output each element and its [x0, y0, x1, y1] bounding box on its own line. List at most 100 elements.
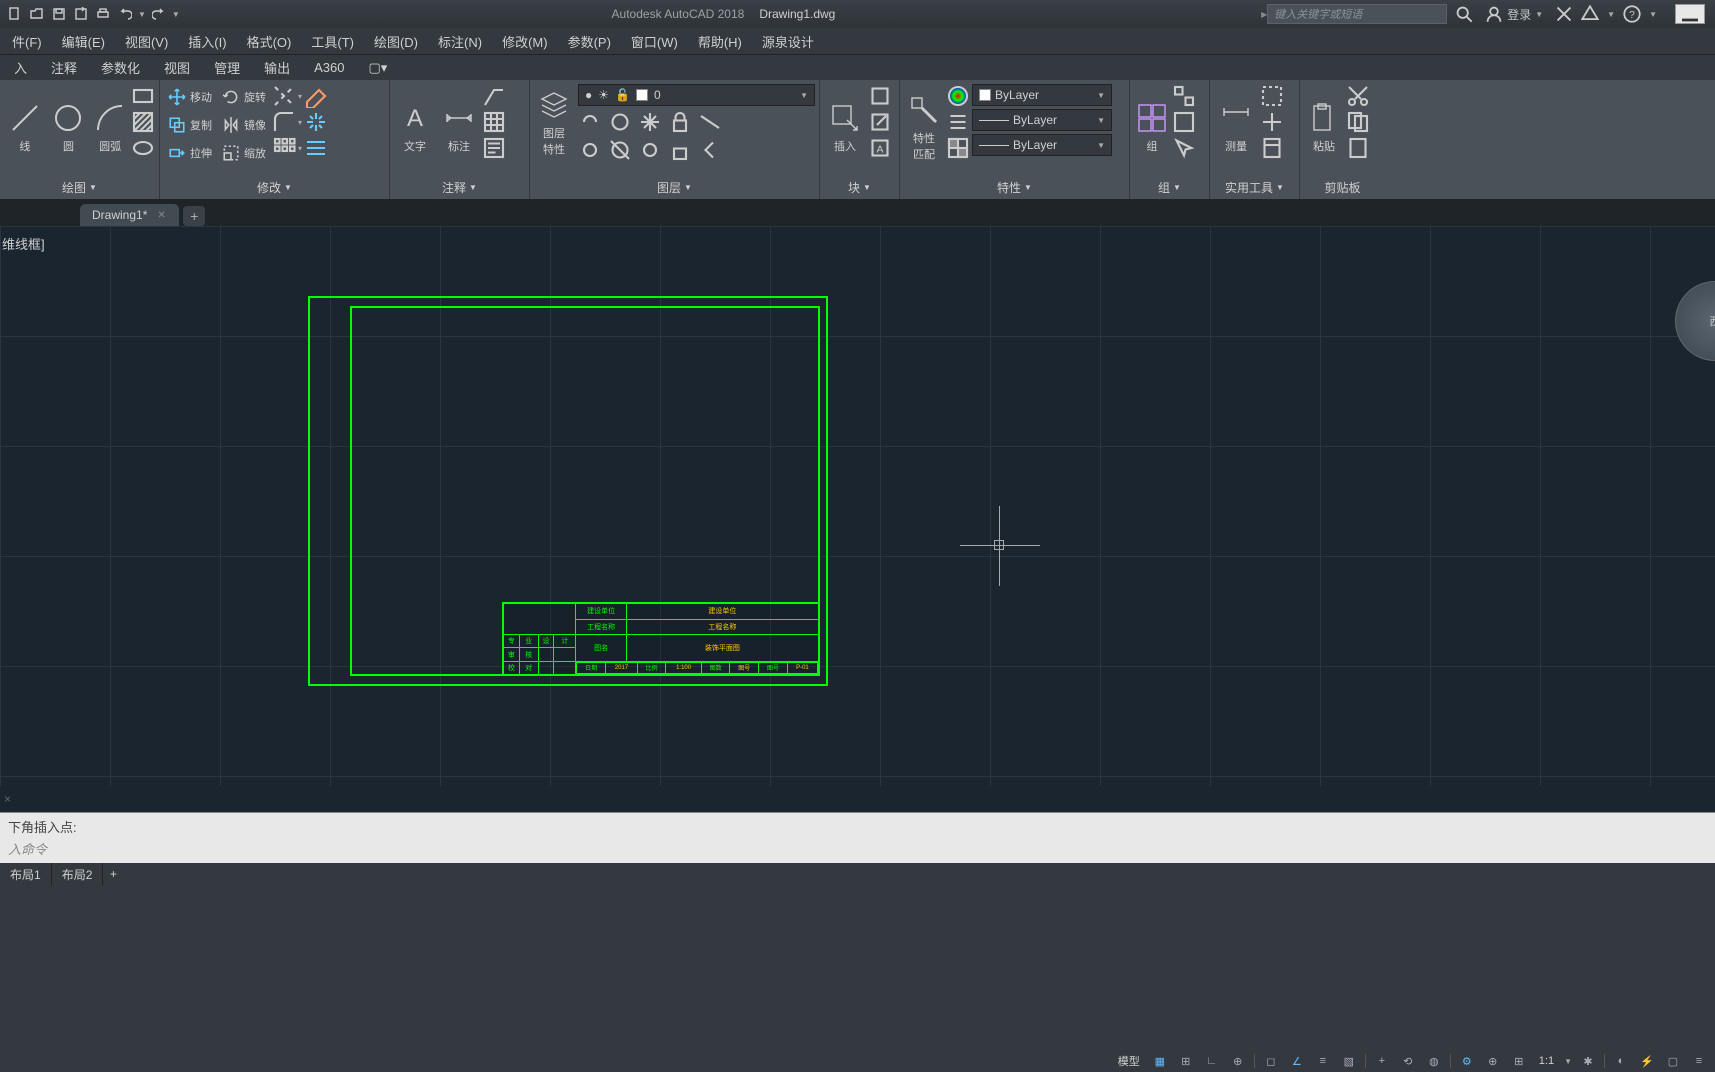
grid-toggle-icon[interactable]: ▦: [1150, 1052, 1170, 1070]
layer-match-icon[interactable]: [698, 110, 722, 134]
layer-off-icon[interactable]: [578, 110, 602, 134]
layer-uniso-icon[interactable]: [608, 138, 632, 162]
layer-freeze-icon[interactable]: [638, 110, 662, 134]
file-tab-drawing1[interactable]: Drawing1* ✕: [80, 204, 179, 226]
close-tab-icon[interactable]: ✕: [157, 210, 167, 220]
annotation-scale[interactable]: 1:1: [1535, 1055, 1558, 1067]
layer-lock-icon[interactable]: [668, 110, 692, 134]
table-icon[interactable]: [482, 110, 506, 134]
ungroup-icon[interactable]: [1172, 84, 1196, 108]
panel-title-draw[interactable]: 绘图▼: [2, 177, 157, 197]
viewport-label[interactable]: 维线框]: [2, 234, 45, 253]
search-input[interactable]: 键入关键字或短语: [1267, 4, 1447, 24]
dyn-input-icon[interactable]: +: [1372, 1052, 1392, 1070]
menu-format[interactable]: 格式(O): [237, 28, 302, 54]
array-icon[interactable]: [272, 136, 296, 160]
otrack-toggle-icon[interactable]: ∠: [1287, 1052, 1307, 1070]
model-space-button[interactable]: 模型: [1114, 1053, 1144, 1069]
dimension-button[interactable]: 标注: [438, 84, 480, 172]
search-icon[interactable]: [1455, 5, 1473, 23]
point-icon[interactable]: [1260, 110, 1284, 134]
clean-screen-icon[interactable]: ▢: [1663, 1052, 1683, 1070]
paste-special-icon[interactable]: [1346, 136, 1370, 160]
tab-manage[interactable]: 管理: [202, 55, 252, 80]
menu-parametric[interactable]: 参数(P): [558, 28, 621, 54]
insert-block-button[interactable]: 插入: [824, 84, 866, 172]
redo-dropdown-icon[interactable]: ▼: [172, 10, 180, 19]
layout-tab-2[interactable]: 布局2: [52, 863, 104, 885]
offset-icon[interactable]: [304, 136, 328, 160]
menu-window[interactable]: 窗口(W): [621, 28, 688, 54]
group-edit-icon[interactable]: [1172, 110, 1196, 134]
arc-button[interactable]: 圆弧: [91, 84, 129, 172]
lineweight-dropdown[interactable]: ByLayer▼: [972, 109, 1112, 131]
linetype-dropdown[interactable]: ByLayer▼: [972, 134, 1112, 156]
layer-thaw-icon[interactable]: [638, 138, 662, 162]
menu-edit[interactable]: 编辑(E): [52, 28, 115, 54]
menu-dimension[interactable]: 标注(N): [428, 28, 492, 54]
transparency-toggle-icon[interactable]: ▧: [1339, 1052, 1359, 1070]
lweight-toggle-icon[interactable]: ≡: [1313, 1052, 1333, 1070]
panel-title-utilities[interactable]: 实用工具▼: [1212, 177, 1297, 197]
mirror-button[interactable]: 镜像: [218, 112, 270, 138]
text-button[interactable]: A文字: [394, 84, 436, 172]
a360-icon[interactable]: [1581, 5, 1599, 23]
rotate-button[interactable]: 旋转: [218, 84, 270, 110]
customize-icon[interactable]: ≡: [1689, 1052, 1709, 1070]
match-properties-button[interactable]: 特性 匹配: [904, 84, 944, 172]
trim-icon[interactable]: [272, 84, 296, 108]
copy-button[interactable]: 复制: [164, 112, 216, 138]
units-icon[interactable]: ⊞: [1509, 1052, 1529, 1070]
new-tab-button[interactable]: +: [183, 206, 205, 226]
osnap-toggle-icon[interactable]: ◻: [1261, 1052, 1281, 1070]
tab-output[interactable]: 输出: [252, 55, 302, 80]
annotation-monitor-icon[interactable]: ⊕: [1483, 1052, 1503, 1070]
tab-a360[interactable]: A360: [302, 55, 356, 80]
minimize-button[interactable]: [1675, 4, 1705, 24]
tab-insert[interactable]: 入: [2, 55, 39, 80]
drawing-canvas[interactable]: 维线框] 西 建设单位建设单位 工程名称工程名称 专业设计图名装饰平面图 审核 …: [0, 226, 1715, 786]
layout-tab-1[interactable]: 布局1: [0, 863, 52, 885]
cycle-icon[interactable]: ⟲: [1398, 1052, 1418, 1070]
panel-title-annotate[interactable]: 注释▼: [392, 177, 527, 197]
hardware-accel-icon[interactable]: ⚡: [1637, 1052, 1657, 1070]
mtext-icon[interactable]: [482, 136, 506, 160]
polar-toggle-icon[interactable]: ⊕: [1228, 1052, 1248, 1070]
paste-button[interactable]: 粘贴: [1304, 84, 1344, 172]
login-button[interactable]: 登录 ▼: [1481, 5, 1547, 23]
explode-icon[interactable]: [304, 110, 328, 134]
annotation-visibility-icon[interactable]: ✱: [1578, 1052, 1598, 1070]
layer-unlock-icon[interactable]: [668, 138, 692, 162]
group-button[interactable]: 组: [1134, 84, 1170, 172]
copy-clip-icon[interactable]: [1346, 110, 1370, 134]
layer-dropdown[interactable]: ● ☀ 🔓 0 ▼: [578, 84, 815, 106]
color-wheel-icon[interactable]: [946, 84, 970, 108]
tab-parametric[interactable]: 参数化: [89, 55, 152, 80]
add-layout-button[interactable]: +: [103, 867, 123, 881]
menu-file[interactable]: 件(F): [2, 28, 52, 54]
cmd-close-icon[interactable]: ×: [4, 792, 18, 806]
exchange-icon[interactable]: [1555, 5, 1573, 23]
edit-attr-icon[interactable]: A: [868, 136, 892, 160]
panel-title-group[interactable]: 组▼: [1132, 177, 1207, 197]
tab-featured-apps-icon[interactable]: ▢▾: [356, 55, 399, 80]
isolate-icon[interactable]: ◐: [1611, 1052, 1631, 1070]
layer-prev-icon[interactable]: [698, 138, 722, 162]
redo-icon[interactable]: [150, 5, 168, 23]
snap-toggle-icon[interactable]: ⊞: [1176, 1052, 1196, 1070]
panel-title-block[interactable]: 块▼: [822, 177, 897, 197]
help-icon[interactable]: ?: [1623, 5, 1641, 23]
measure-button[interactable]: 测量: [1214, 84, 1258, 172]
menu-yuanquan[interactable]: 源泉设计: [752, 28, 824, 54]
undo-icon[interactable]: [116, 5, 134, 23]
panel-title-layers[interactable]: 图层▼: [532, 177, 817, 197]
line-button[interactable]: 线: [4, 84, 46, 172]
move-button[interactable]: 移动: [164, 84, 216, 110]
erase-icon[interactable]: [304, 84, 328, 108]
save-icon[interactable]: [50, 5, 68, 23]
layer-properties-button[interactable]: 图层 特性: [534, 84, 574, 162]
menu-modify[interactable]: 修改(M): [492, 28, 558, 54]
scale-button[interactable]: 缩放: [218, 140, 270, 166]
menu-help[interactable]: 帮助(H): [688, 28, 752, 54]
menu-insert[interactable]: 插入(I): [178, 28, 236, 54]
